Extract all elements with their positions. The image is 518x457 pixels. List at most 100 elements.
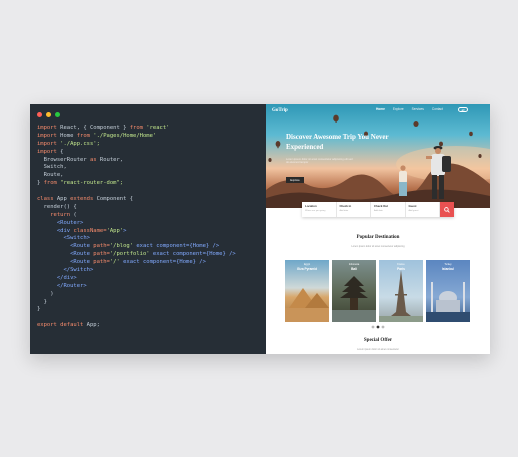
card-country: Egypt: [303, 263, 311, 266]
window-controls: [37, 112, 60, 117]
code-line: </Switch>: [37, 267, 264, 275]
pagination-dot-active[interactable]: [376, 325, 380, 329]
code-token: "react-router-dom";: [56, 180, 124, 187]
showcase-composite: import React, { Component } from 'react'…: [30, 104, 490, 354]
user-icon: ●▾: [461, 107, 465, 112]
destination-card-istanbul[interactable]: Turkey Istanbul: [426, 260, 470, 322]
website-preview: GoTrip Home Explore Services Contact ●▾ …: [266, 104, 490, 354]
code-line: BrowserRouter as Router,: [37, 157, 264, 165]
hero-section: GoTrip Home Explore Services Contact ●▾ …: [266, 104, 490, 208]
nav-links: Home Explore Services Contact: [376, 107, 443, 111]
code-token: Switch,: [37, 164, 67, 171]
nav-link-explore[interactable]: Explore: [393, 107, 404, 111]
code-token: </div>: [37, 274, 77, 281]
code-token: <Router>: [37, 219, 84, 226]
nav-link-contact[interactable]: Contact: [432, 107, 443, 111]
code-token: }: [37, 298, 47, 305]
code-token: {: [56, 148, 64, 155]
code-line: Switch,: [37, 164, 264, 172]
card-country: Indonesia: [348, 263, 360, 266]
code-token: return: [37, 211, 71, 218]
minimize-dot[interactable]: [46, 112, 51, 117]
code-token: >: [123, 227, 127, 234]
explore-button[interactable]: Explore: [286, 177, 304, 183]
site-navbar: GoTrip Home Explore Services Contact ●▾: [266, 104, 490, 116]
code-token: import: [37, 132, 57, 139]
search-field-placeholder: Where are you going: [305, 210, 326, 212]
hero-photo: [266, 114, 490, 208]
code-line: import {: [37, 149, 264, 157]
search-icon: [444, 206, 450, 213]
search-field-location[interactable]: Location Where are you going: [302, 202, 337, 217]
popular-destination-subtitle: Lorem ipsum dolor sit amet consectetur a…: [351, 245, 405, 248]
code-token: 'react': [142, 125, 170, 131]
search-field-label: Location: [305, 204, 317, 208]
search-field-checkin[interactable]: Check in Add date: [337, 202, 371, 217]
code-token: extends: [70, 196, 94, 203]
code-token: App: [53, 196, 71, 203]
site-logo[interactable]: GoTrip: [272, 108, 288, 113]
hero-subtitle: Lorem ipsum dolor sit amet consectetur a…: [286, 158, 353, 165]
code-line: import './App.css';: [37, 141, 264, 149]
search-button[interactable]: [440, 202, 454, 217]
code-token: '/blog': [109, 243, 134, 250]
code-line: } from "react-router-dom";: [37, 180, 264, 188]
search-field-label: Check Out: [374, 204, 388, 208]
code-line: </div>: [37, 275, 264, 283]
code-token: from: [129, 125, 143, 131]
carousel-pagination: [371, 325, 385, 329]
code-line: <Route path='/blog' exact component={Hom…: [37, 243, 264, 251]
code-block: import React, { Component } from 'react'…: [37, 125, 264, 330]
code-token: </Switch>: [37, 267, 94, 274]
code-line: <Route path='/portfolio' exact component…: [37, 251, 264, 259]
code-token: Home: [56, 132, 77, 139]
code-line: <div className='App'>: [37, 228, 264, 236]
special-offer-subtitle: Lorem ipsum dolor sit amet consectetur: [357, 348, 399, 351]
destination-card-bali[interactable]: Indonesia Bali: [332, 260, 376, 322]
code-token: Route,: [37, 172, 64, 179]
destination-card-giza[interactable]: Egypt Giza Pyramid: [285, 260, 329, 322]
code-token: Router,: [96, 156, 124, 163]
code-token: './Pages/Home/Home': [90, 132, 157, 139]
code-token: path=: [93, 259, 110, 266]
nav-link-home[interactable]: Home: [376, 107, 385, 111]
code-token: from: [76, 132, 90, 139]
code-token: <Route: [37, 251, 94, 258]
code-token: as: [89, 156, 97, 163]
code-line: <Router>: [37, 220, 264, 228]
user-menu-button[interactable]: ●▾: [458, 106, 468, 112]
code-token: Component {: [93, 196, 134, 203]
code-editor-window: import React, { Component } from 'react'…: [30, 104, 266, 354]
code-line: </Router>: [37, 283, 264, 291]
special-offer-title: Special Offer: [363, 338, 393, 343]
code-token: <Route: [37, 243, 94, 250]
code-token: exact component={Home} />: [133, 243, 220, 250]
code-line: <Switch>: [37, 235, 264, 243]
code-token: }: [37, 306, 41, 313]
code-token: render() {: [37, 203, 77, 210]
code-token: export default: [37, 322, 84, 329]
code-token: BrowserRouter: [37, 156, 90, 163]
code-token: 'App': [106, 227, 124, 234]
code-token: class: [37, 196, 54, 203]
search-field-guest[interactable]: Guest Add guest: [406, 202, 440, 217]
code-line: export default App;: [37, 322, 264, 330]
code-token: ): [37, 290, 54, 297]
search-field-label: Check in: [339, 204, 352, 208]
maximize-dot[interactable]: [55, 112, 60, 117]
code-token: exact component={Home} />: [119, 259, 206, 266]
pagination-dot[interactable]: [371, 325, 375, 329]
destination-card-paris[interactable]: France Paris: [379, 260, 423, 322]
hero-title: Discover Awesome Trip You Never Experien…: [286, 133, 389, 151]
close-dot[interactable]: [37, 112, 42, 117]
search-field-checkout[interactable]: Check Out Add date: [371, 202, 406, 217]
code-token: </Router>: [37, 282, 87, 289]
card-country: France: [397, 263, 405, 266]
nav-link-services[interactable]: Services: [412, 107, 424, 111]
pagination-dot[interactable]: [381, 325, 385, 329]
code-token: path=: [93, 251, 110, 258]
booking-search-bar: Location Where are you going Check in Ad…: [302, 202, 454, 217]
card-city: Bali: [351, 267, 357, 271]
